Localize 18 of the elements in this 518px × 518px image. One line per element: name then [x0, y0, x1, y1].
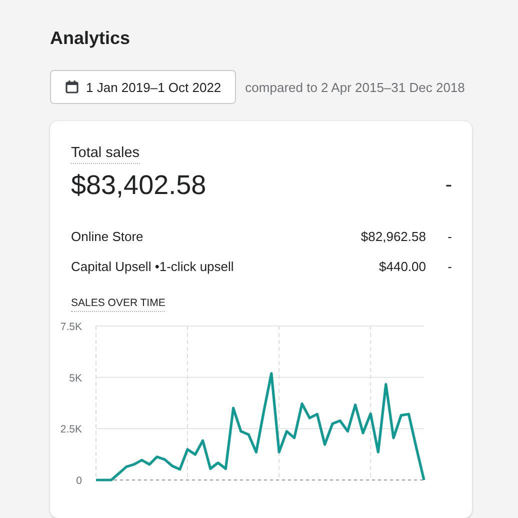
- channel-amount: $82,962.58: [360, 228, 426, 244]
- axis-tick-label: 7.5K: [60, 321, 82, 333]
- channel-label: Capital Upsell •1-click upsell: [71, 258, 235, 274]
- channel-amount: $440.00: [379, 258, 426, 274]
- change-indicator: -: [446, 258, 452, 274]
- total-amount: $83,402.58: [71, 170, 206, 201]
- chart-title: SALES OVER TIME: [71, 297, 166, 312]
- page-title: Analytics: [50, 27, 132, 50]
- card-title: Total sales: [71, 145, 140, 164]
- channel-label: Online Store: [71, 228, 144, 244]
- comparison-text: compared to 2 Apr 2015–31 Dec 2018: [245, 80, 465, 94]
- axis-tick-label: 0: [76, 475, 82, 484]
- axis-tick-label: 2.5K: [60, 424, 82, 436]
- date-range-button[interactable]: 1 Jan 2019–1 Oct 2022: [50, 70, 236, 104]
- calendar-icon: [65, 80, 79, 94]
- change-indicator: -: [446, 228, 452, 244]
- axis-tick-label: 5K: [69, 372, 82, 384]
- change-indicator: -: [444, 174, 452, 197]
